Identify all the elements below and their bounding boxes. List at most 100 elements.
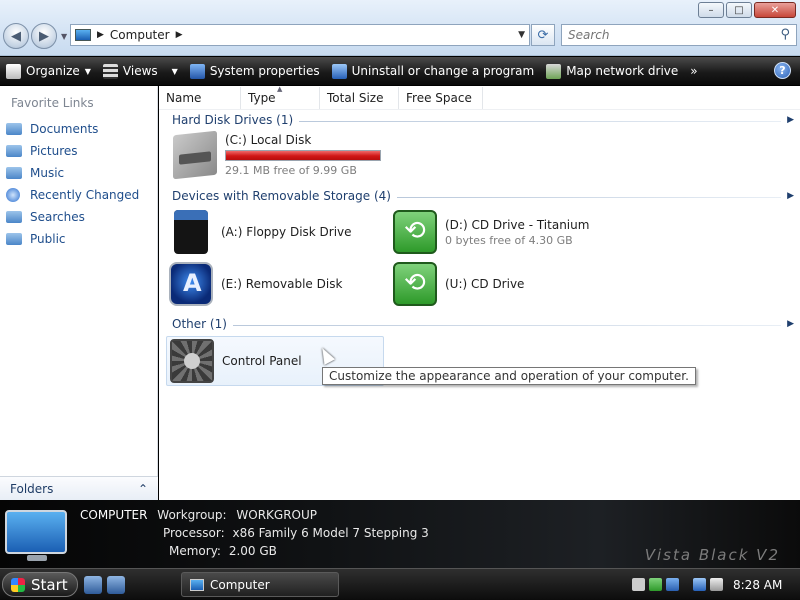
group-expand-icon[interactable]: ▶ xyxy=(787,191,794,201)
sidebar-item-public[interactable]: Public xyxy=(6,228,139,250)
tray-app-icon[interactable] xyxy=(632,578,645,591)
cd-drive-icon xyxy=(393,262,437,306)
floppy-disk-icon xyxy=(174,210,208,254)
chevron-up-icon: ⌃ xyxy=(137,481,148,496)
breadcrumb-computer[interactable]: Computer xyxy=(110,28,170,42)
drive-e-name: (E:) Removable Disk xyxy=(221,277,343,291)
sidebar-item-recently-changed[interactable]: Recently Changed xyxy=(6,184,139,206)
organize-button[interactable]: Organize ▼ xyxy=(0,57,97,85)
command-toolbar: Organize ▼ Views ▼ System properties Uni… xyxy=(0,57,800,85)
search-globe-icon xyxy=(6,188,20,202)
volume-muted-icon[interactable] xyxy=(710,578,723,591)
help-button[interactable]: ? xyxy=(774,62,791,79)
monitor-stand xyxy=(27,555,47,561)
system-properties-button[interactable]: System properties xyxy=(184,57,326,85)
sidebar-item-documents[interactable]: Documents xyxy=(6,118,139,140)
breadcrumb-separator-icon[interactable]: ▶ xyxy=(97,30,104,40)
forward-arrow-icon: ▶ xyxy=(39,28,49,44)
drive-d[interactable]: (D:) CD Drive - Titanium 0 bytes free of… xyxy=(393,210,589,254)
details-name-row: COMPUTER Workgroup: WORKGROUP xyxy=(80,508,317,522)
control-panel-icon xyxy=(170,339,214,383)
tray-connection-icon[interactable] xyxy=(693,578,706,591)
recent-pages-dropdown[interactable]: ▼ xyxy=(61,32,67,41)
taskbar: Start Computer 8:28 AM xyxy=(0,568,800,600)
folder-icon xyxy=(6,233,22,245)
start-button[interactable]: Start xyxy=(2,572,78,597)
views-label: Views xyxy=(122,64,158,78)
sidebar-item-label: Public xyxy=(30,232,66,246)
drive-u-name: (U:) CD Drive xyxy=(445,277,525,291)
search-input[interactable] xyxy=(568,28,768,42)
sidebar-item-label: Documents xyxy=(30,122,99,136)
map-network-drive-label: Map network drive xyxy=(566,64,679,78)
drive-a[interactable]: (A:) Floppy Disk Drive xyxy=(169,210,352,254)
details-workgroup-value: WORKGROUP xyxy=(236,508,318,522)
uninstall-icon xyxy=(331,63,347,79)
forward-button[interactable]: ▶ xyxy=(31,23,57,49)
group-expand-icon[interactable]: ▶ xyxy=(787,115,794,125)
details-memory-label: Memory: xyxy=(169,544,221,558)
drive-d-name: (D:) CD Drive - Titanium xyxy=(445,217,590,232)
sidebar-item-pictures[interactable]: Pictures xyxy=(6,140,139,162)
sidebar-item-searches[interactable]: Searches xyxy=(6,206,139,228)
sidebar-item-music[interactable]: Music xyxy=(6,162,139,184)
address-dropdown-icon[interactable]: ▼ xyxy=(518,30,525,40)
clock[interactable]: 8:28 AM xyxy=(733,578,782,592)
group-label: Devices with Removable Storage (4) xyxy=(172,189,391,203)
refresh-button[interactable]: ⟳ xyxy=(531,24,555,46)
group-removable-storage[interactable]: Devices with Removable Storage (4) ▶ xyxy=(172,187,794,205)
group-hard-disk-drives[interactable]: Hard Disk Drives (1) ▶ xyxy=(172,111,794,129)
address-bar[interactable]: ▶ Computer ▶ ▼ xyxy=(70,24,530,46)
drive-e[interactable]: (E:) Removable Disk xyxy=(169,262,342,306)
taskbar-button-computer[interactable]: Computer xyxy=(181,572,339,597)
show-desktop-icon[interactable] xyxy=(84,576,102,594)
group-label: Hard Disk Drives (1) xyxy=(172,113,294,127)
details-processor-row: Processor: x86 Family 6 Model 7 Stepping… xyxy=(163,526,429,540)
more-commands-button[interactable]: » xyxy=(684,57,703,85)
close-button[interactable]: ✕ xyxy=(754,2,796,18)
minimize-button[interactable]: – xyxy=(698,2,724,18)
tray-security-icon[interactable] xyxy=(666,578,679,591)
details-memory-value: 2.00 GB xyxy=(228,544,277,558)
drive-c-free-space: 29.1 MB free of 9.99 GB xyxy=(225,164,357,177)
group-expand-icon[interactable]: ▶ xyxy=(787,319,794,329)
organize-icon xyxy=(6,63,21,79)
drive-u[interactable]: (U:) CD Drive xyxy=(393,262,524,306)
hard-disk-icon xyxy=(173,130,217,180)
folder-icon xyxy=(6,145,22,157)
back-button[interactable]: ◀ xyxy=(3,23,29,49)
nav-buttons: ◀ ▶ xyxy=(3,23,59,49)
views-button[interactable]: Views ▼ xyxy=(97,57,184,85)
control-panel-item[interactable]: Control Panel xyxy=(170,339,302,383)
group-other[interactable]: Other (1) ▶ xyxy=(172,315,794,333)
computer-icon xyxy=(190,578,204,591)
window-controls: – □ ✕ xyxy=(698,2,796,18)
uninstall-button[interactable]: Uninstall or change a program xyxy=(326,57,541,85)
column-header-type[interactable]: Type ▲ xyxy=(241,84,320,109)
maximize-button[interactable]: □ xyxy=(726,2,752,18)
drive-c[interactable]: (C:) Local Disk 29.1 MB free of 9.99 GB xyxy=(173,130,381,180)
favorite-links-heading: Favorite Links xyxy=(11,96,94,110)
tray-network-icon[interactable] xyxy=(649,578,662,591)
group-divider xyxy=(232,324,782,326)
search-box[interactable]: ⚲ xyxy=(561,24,797,46)
details-computer-name: COMPUTER xyxy=(80,508,148,522)
map-network-drive-button[interactable]: Map network drive xyxy=(540,57,684,85)
column-header-free-space[interactable]: Free Space xyxy=(399,86,483,109)
details-processor-value: x86 Family 6 Model 7 Stepping 3 xyxy=(232,526,429,540)
group-divider xyxy=(396,196,782,198)
search-icon[interactable]: ⚲ xyxy=(780,27,790,42)
back-arrow-icon: ◀ xyxy=(11,28,21,44)
computer-icon xyxy=(5,510,67,554)
column-header-name[interactable]: Name xyxy=(159,86,241,109)
switch-windows-icon[interactable] xyxy=(107,576,125,594)
folder-icon xyxy=(6,167,22,179)
chevron-down-icon: ▼ xyxy=(171,66,178,76)
navigation-pane: Favorite Links Documents Pictures Music … xyxy=(0,86,158,500)
column-header-total-size[interactable]: Total Size xyxy=(320,86,399,109)
theme-watermark: Vista Black V2 xyxy=(644,546,780,564)
breadcrumb-separator-icon[interactable]: ▶ xyxy=(176,30,183,40)
drive-d-free-space: 0 bytes free of 4.30 GB xyxy=(445,233,573,247)
folders-toggle[interactable]: Folders ⌃ xyxy=(0,476,158,500)
sort-indicator-icon: ▲ xyxy=(277,84,283,93)
